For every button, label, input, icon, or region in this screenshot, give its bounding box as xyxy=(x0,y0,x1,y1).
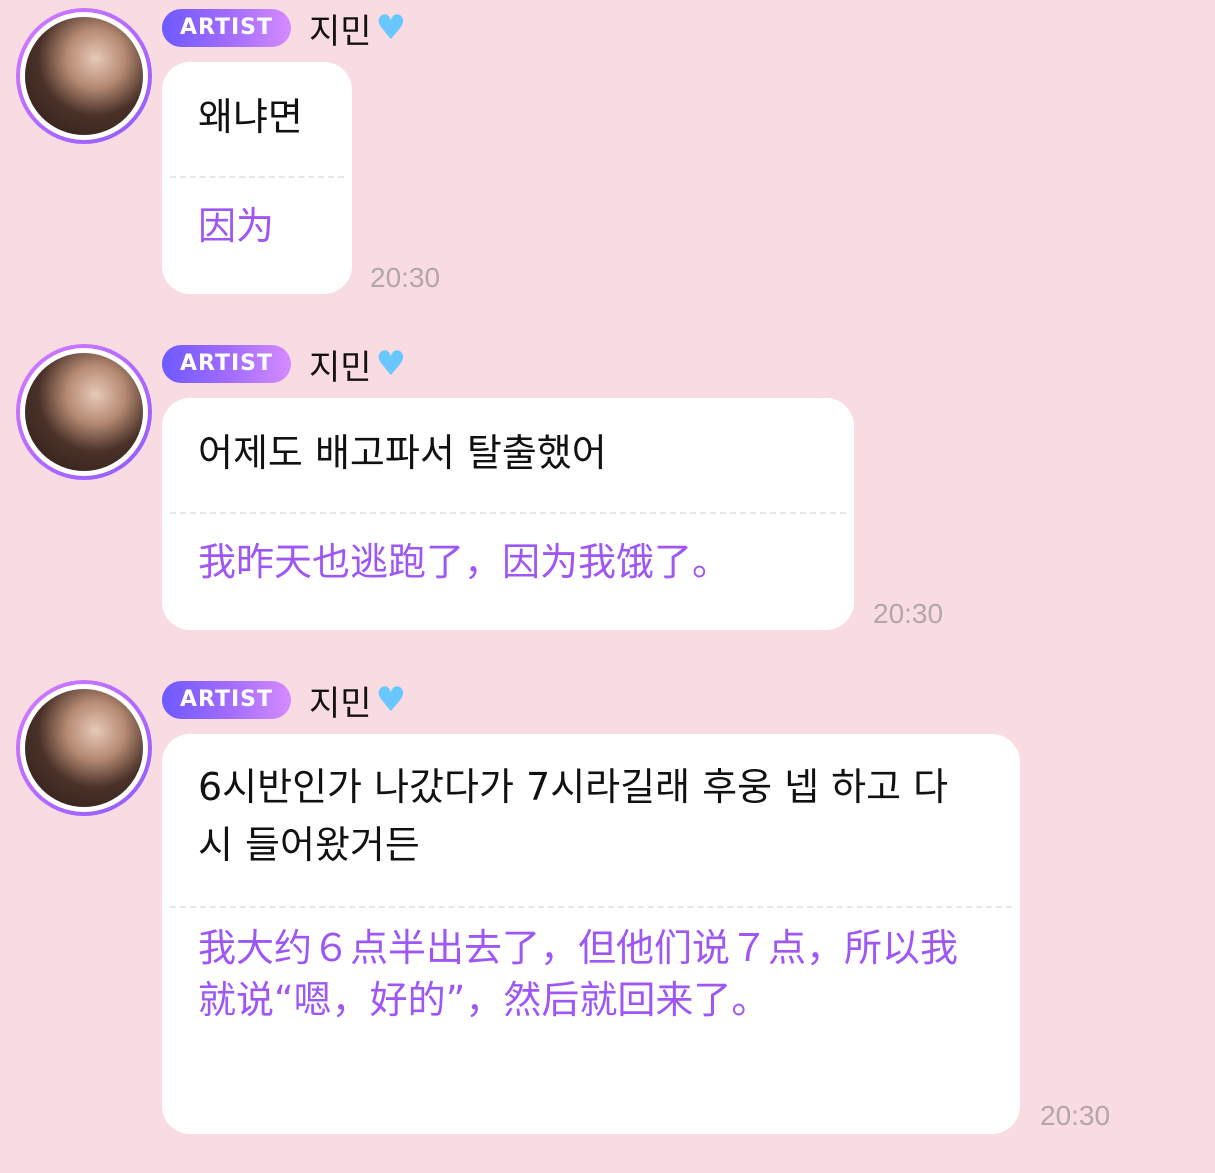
avatar[interactable] xyxy=(16,680,152,816)
avatar-photo xyxy=(25,353,143,471)
avatar-frame xyxy=(20,348,148,476)
heart-icon: ♥ xyxy=(375,680,407,720)
message-timestamp: 20:30 xyxy=(370,262,441,293)
artist-badge: ARTIST xyxy=(162,9,292,47)
chat-message: ARTIST 지민 ♥ 왜냐면 因为 20:30 xyxy=(0,0,1215,300)
chat-message: ARTIST 지민 ♥ 6시반인가 나갔다가 7시라길래 후웅 넵 하고 다시 … xyxy=(0,672,1215,1152)
avatar[interactable] xyxy=(16,8,152,144)
heart-icon: ♥ xyxy=(375,8,407,48)
message-timestamp: 20:30 xyxy=(873,598,944,629)
message-bubble[interactable]: 6시반인가 나갔다가 7시라길래 후웅 넵 하고 다시 들어왔거든 我大约６点半… xyxy=(162,734,1020,1134)
message-original-text: 어제도 배고파서 탈출했어 xyxy=(198,431,607,475)
sender-name[interactable]: 지민 xyxy=(309,676,372,725)
avatar-photo xyxy=(25,689,143,807)
chat-message: ARTIST 지민 ♥ 어제도 배고파서 탈출했어 我昨天也逃跑了，因为我饿了。… xyxy=(0,336,1215,636)
avatar-frame xyxy=(20,12,148,140)
artist-badge: ARTIST xyxy=(162,345,292,383)
heart-icon: ♥ xyxy=(375,344,407,384)
sender-name[interactable]: 지민 xyxy=(309,340,372,389)
message-original-text: 왜냐면 xyxy=(198,95,303,139)
avatar-photo xyxy=(25,17,143,135)
message-translation-text: 我昨天也逃跑了，因为我饿了。 xyxy=(198,540,731,584)
message-translation-text: 我大约６点半出去了，但他们说７点，所以我就说“嗯，好的”，然后就回来了。 xyxy=(198,926,959,1022)
message-timestamp: 20:30 xyxy=(1040,1100,1111,1131)
message-original-text: 6시반인가 나갔다가 7시라길래 후웅 넵 하고 다시 들어왔거든 xyxy=(198,765,949,867)
artist-badge: ARTIST xyxy=(162,681,292,719)
message-translation-text: 因为 xyxy=(198,204,275,248)
sender-row: ARTIST 지민 ♥ xyxy=(162,344,407,388)
sender-row: ARTIST 지민 ♥ xyxy=(162,8,407,52)
sender-name[interactable]: 지민 xyxy=(309,4,372,53)
avatar-frame xyxy=(20,684,148,812)
avatar[interactable] xyxy=(16,344,152,480)
message-bubble[interactable]: 왜냐면 因为 xyxy=(162,62,352,294)
sender-row: ARTIST 지민 ♥ xyxy=(162,680,407,724)
message-bubble[interactable]: 어제도 배고파서 탈출했어 我昨天也逃跑了，因为我饿了。 xyxy=(162,398,854,630)
